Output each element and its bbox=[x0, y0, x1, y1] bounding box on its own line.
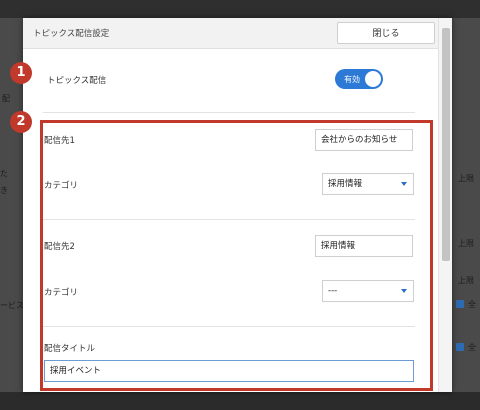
scrollbar-thumb[interactable] bbox=[442, 28, 450, 261]
background-text: た bbox=[0, 169, 8, 178]
background-text: ービス bbox=[0, 301, 24, 310]
annotation-marker-2: 2 bbox=[10, 111, 32, 133]
modal-header: トピックス配信設定 閉じる bbox=[23, 18, 438, 49]
modal-scrollbar[interactable] bbox=[438, 18, 452, 392]
background-text: 上限 bbox=[458, 276, 474, 285]
modal-title: トピックス配信設定 bbox=[33, 29, 110, 39]
background-header bbox=[0, 0, 480, 18]
close-button[interactable]: 閉じる bbox=[337, 22, 435, 44]
topics-delivery-toggle[interactable]: 有効 bbox=[335, 69, 383, 89]
background-checkbox bbox=[456, 300, 464, 308]
background-text: 全 bbox=[468, 343, 476, 352]
background-text: き bbox=[0, 186, 8, 195]
annotation-highlight-box bbox=[40, 120, 433, 391]
background-text: 上限 bbox=[458, 174, 474, 183]
background-checkbox bbox=[456, 343, 464, 351]
toggle-state-label: 有効 bbox=[344, 75, 360, 84]
background-text: 配 bbox=[2, 94, 10, 103]
divider bbox=[43, 112, 415, 113]
background-text: 上限 bbox=[458, 239, 474, 248]
background-text: 全 bbox=[468, 300, 476, 309]
toggle-knob bbox=[365, 71, 381, 87]
background-footer bbox=[0, 392, 480, 410]
annotation-marker-1: 1 bbox=[10, 62, 32, 84]
topics-delivery-label: トピックス配信 bbox=[47, 76, 107, 86]
